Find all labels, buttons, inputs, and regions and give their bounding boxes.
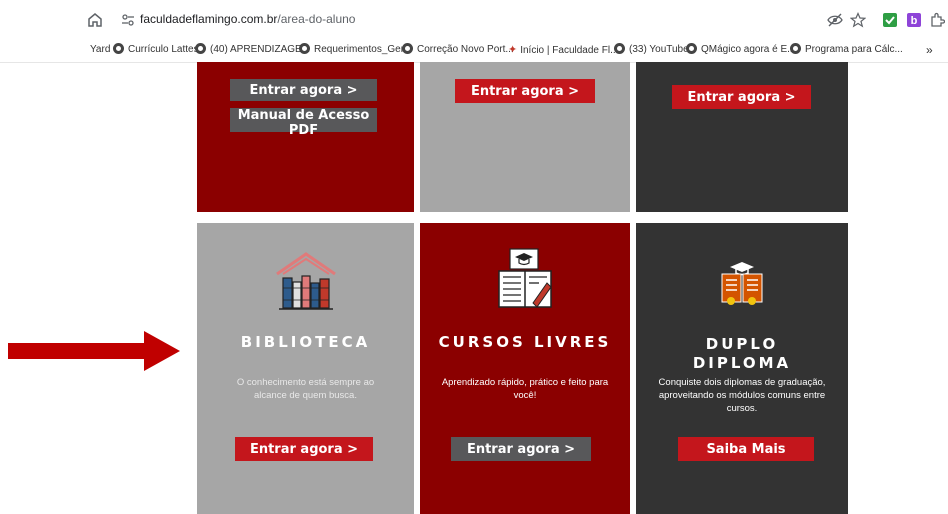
- bookmark-label: Yard: [90, 44, 111, 55]
- bookmarks-overflow-button[interactable]: »: [926, 42, 933, 58]
- bookmark-item[interactable]: (40) APRENDIZAGE...: [195, 42, 310, 58]
- bookmarks-bar: Yard Currículo Lattes (40) APRENDIZAGE..…: [0, 38, 948, 63]
- card-duplo-diploma: DUPLO DIPLOMA Conquiste dois diplomas de…: [636, 223, 848, 514]
- bookmark-item[interactable]: Currículo Lattes: [113, 42, 199, 58]
- svg-text:b: b: [911, 15, 918, 27]
- bookmark-label: Início | Faculdade Fl...: [520, 45, 619, 56]
- bookmark-item[interactable]: Correção Novo Port...: [402, 42, 514, 58]
- eye-off-icon[interactable]: [827, 12, 843, 28]
- top-tile-2: Entrar agora >: [420, 62, 630, 212]
- star-icon[interactable]: [850, 12, 866, 28]
- card-description: Conquiste dois diplomas de graduação, ap…: [658, 377, 826, 414]
- globe-icon: [686, 43, 697, 54]
- card-title: BIBLIOTECA: [240, 333, 371, 351]
- browser-toolbar: faculdadeflamingo.com.br/area-do-aluno b: [0, 0, 948, 40]
- access-manual-pdf-button[interactable]: Manual de Acesso PDF: [230, 108, 377, 138]
- bookmark-item[interactable]: QMágico agora é E...: [686, 42, 796, 58]
- card-description: Aprendizado rápido, prático e feito para…: [441, 377, 609, 401]
- enter-now-button[interactable]: Entrar agora >: [455, 79, 595, 103]
- enter-now-button[interactable]: Entrar agora >: [235, 437, 373, 461]
- enter-now-button[interactable]: Entrar agora >: [451, 437, 591, 461]
- url-path: /area-do-aluno: [277, 12, 356, 26]
- double-diploma-icon: [721, 262, 763, 305]
- bookmark-label: Requerimentos_Ger...: [314, 44, 412, 55]
- globe-icon: [195, 43, 206, 54]
- url-domain: faculdadeflamingo.com.br: [140, 12, 278, 26]
- bookmark-item[interactable]: Yard: [90, 42, 110, 58]
- enter-now-button[interactable]: Entrar agora >: [672, 85, 811, 109]
- open-book-graduation-icon: [498, 248, 552, 308]
- globe-icon: [113, 43, 124, 54]
- enter-now-button[interactable]: Entrar agora >: [230, 79, 377, 101]
- card-description: O conhecimento está sempre ao alcance de…: [236, 377, 375, 401]
- globe-icon: [299, 43, 310, 54]
- bookmark-label: (40) APRENDIZAGE...: [210, 44, 311, 55]
- bookmark-label: (33) YouTube: [629, 44, 689, 55]
- site-settings-icon[interactable]: [120, 12, 136, 28]
- checkbox-extension-icon[interactable]: [882, 12, 898, 28]
- bookmark-label: Correção Novo Port...: [417, 44, 514, 55]
- card-biblioteca: BIBLIOTECA O conhecimento está sempre ao…: [197, 223, 414, 514]
- bookmark-item[interactable]: ✦ Início | Faculdade Fl...: [508, 42, 618, 58]
- globe-icon: [614, 43, 625, 54]
- bookmark-item[interactable]: Programa para Cálc...: [790, 42, 903, 58]
- card-title-line-1: DUPLO: [705, 335, 779, 353]
- learn-more-button[interactable]: Saiba Mais: [678, 437, 814, 461]
- bookmark-label: Programa para Cálc...: [805, 44, 903, 55]
- top-tile-1: Entrar agora > Manual de Acesso PDF: [197, 62, 414, 212]
- b-extension-icon[interactable]: b: [906, 12, 922, 28]
- globe-icon: [790, 43, 801, 54]
- bookmark-label: Currículo Lattes: [128, 44, 199, 55]
- card-cursos-livres: CURSOS LIVRES Aprendizado rápido, prátic…: [420, 223, 630, 514]
- globe-icon: [402, 43, 413, 54]
- bookmark-item[interactable]: Requerimentos_Ger...: [299, 42, 412, 58]
- card-title-line-2: DIPLOMA: [692, 354, 792, 372]
- puzzle-extensions-icon[interactable]: [929, 12, 945, 28]
- home-icon[interactable]: [86, 11, 104, 29]
- flamingo-favicon-icon: ✦: [508, 44, 518, 56]
- top-tile-3: Entrar agora >: [636, 62, 848, 212]
- card-title: CURSOS LIVRES: [438, 333, 612, 351]
- bookmark-item[interactable]: (33) YouTube: [614, 42, 689, 58]
- address-bar[interactable]: faculdadeflamingo.com.br/area-do-aluno: [112, 7, 872, 33]
- library-books-icon: [275, 252, 336, 310]
- url-text: faculdadeflamingo.com.br/area-do-aluno: [140, 12, 355, 26]
- red-arrow-annotation: [8, 331, 180, 371]
- bookmark-label: QMágico agora é E...: [701, 44, 796, 55]
